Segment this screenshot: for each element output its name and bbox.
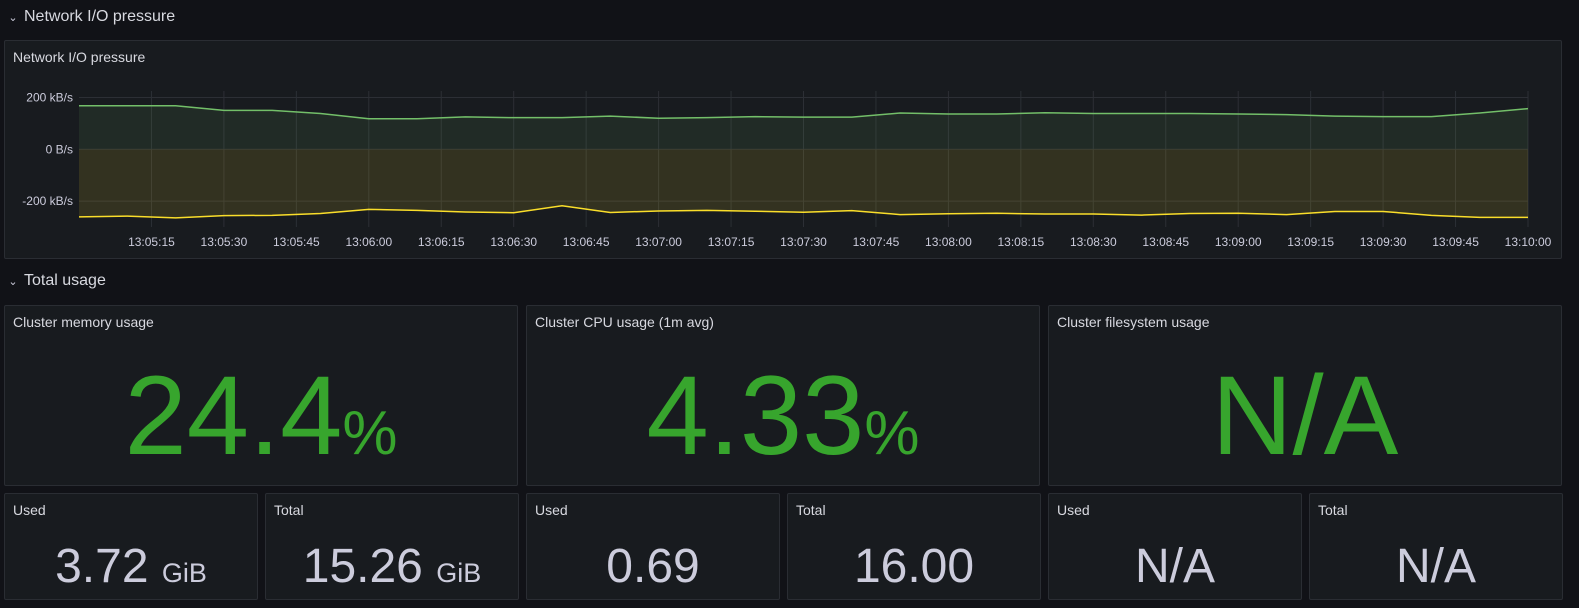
stat-panel-cpu-used[interactable]: Used 0.69 — [526, 493, 780, 600]
stat-panel-memory[interactable]: Cluster memory usage 24.4% — [4, 305, 518, 486]
y-tick-label: 200 kB/s — [26, 90, 73, 104]
x-tick-label: 13:08:30 — [1070, 235, 1117, 249]
x-tick-label: 13:07:15 — [708, 235, 755, 249]
x-tick-label: 13:06:15 — [418, 235, 465, 249]
stat-title: Total — [796, 502, 826, 518]
row-header-total[interactable]: ⌄ Total usage — [8, 272, 106, 290]
stat-panel-cpu[interactable]: Cluster CPU usage (1m avg) 4.33% — [526, 305, 1040, 486]
network-chart: 13:05:15 13:05:30 13:05:45 13:06:00 13:06:15… — [22, 90, 1552, 249]
stat-title: Used — [1057, 502, 1090, 518]
x-tick-label: 13:09:45 — [1432, 235, 1479, 249]
y-tick-label: -200 kB/s — [22, 194, 73, 208]
stat-title: Total — [1318, 502, 1348, 518]
stat-value: N/A — [1211, 353, 1399, 478]
stat-value: 24.4% — [124, 353, 398, 478]
x-tick-label: 13:10:00 — [1505, 235, 1552, 249]
x-tick-label: 13:05:15 — [128, 235, 175, 249]
x-tick-label: 13:06:30 — [490, 235, 537, 249]
stat-value: N/A — [1134, 540, 1215, 593]
chevron-down-icon: ⌄ — [8, 275, 18, 288]
stat-panel-memory-used[interactable]: Used 3.72 GiB — [4, 493, 258, 600]
x-tick-label: 13:09:15 — [1287, 235, 1334, 249]
stat-value: 3.72 GiB — [55, 540, 207, 593]
x-tick-label: 13:07:30 — [780, 235, 827, 249]
stat-value: 16.00 — [853, 540, 975, 593]
row-header-network[interactable]: ⌄ Network I/O pressure — [8, 8, 175, 26]
stat-value: N/A — [1395, 540, 1476, 593]
x-tick-label: 13:08:15 — [997, 235, 1044, 249]
x-tick-label: 13:05:30 — [201, 235, 248, 249]
row-title-total: Total usage — [24, 272, 106, 289]
chevron-down-icon: ⌄ — [8, 11, 18, 24]
x-tick-label: 13:08:00 — [925, 235, 972, 249]
stat-title: Cluster memory usage — [13, 314, 154, 330]
stat-title: Cluster filesystem usage — [1057, 314, 1210, 330]
stat-title: Total — [274, 502, 304, 518]
stat-value: 15.26 GiB — [302, 540, 482, 593]
row-title-network: Network I/O pressure — [24, 8, 176, 25]
stat-panel-fs-total[interactable]: Total N/A — [1309, 493, 1563, 600]
stat-value: 4.33% — [646, 353, 920, 478]
stat-title: Used — [535, 502, 568, 518]
network-panel[interactable]: Network I/O pressure 13:05:15 13:05:30 13:… — [4, 40, 1562, 259]
stat-value: 0.69 — [606, 540, 700, 593]
x-tick-label: 13:09:00 — [1215, 235, 1262, 249]
x-tick-label: 13:08:45 — [1142, 235, 1189, 249]
x-tick-label: 13:07:45 — [853, 235, 900, 249]
x-tick-label: 13:06:00 — [345, 235, 392, 249]
stat-panel-memory-total[interactable]: Total 15.26 GiB — [265, 493, 519, 600]
stat-title: Used — [13, 502, 46, 518]
x-tick-label: 13:07:00 — [635, 235, 682, 249]
y-tick-label: 0 B/s — [46, 142, 73, 156]
transmit-area — [79, 149, 1528, 218]
stat-panel-filesystem[interactable]: Cluster filesystem usage N/A — [1048, 305, 1562, 486]
x-tick-label: 13:09:30 — [1360, 235, 1407, 249]
stat-panel-cpu-total[interactable]: Total 16.00 — [787, 493, 1041, 600]
stat-title: Cluster CPU usage (1m avg) — [535, 314, 714, 330]
x-tick-label: 13:05:45 — [273, 235, 320, 249]
stat-panel-fs-used[interactable]: Used N/A — [1048, 493, 1302, 600]
x-tick-label: 13:06:45 — [563, 235, 610, 249]
